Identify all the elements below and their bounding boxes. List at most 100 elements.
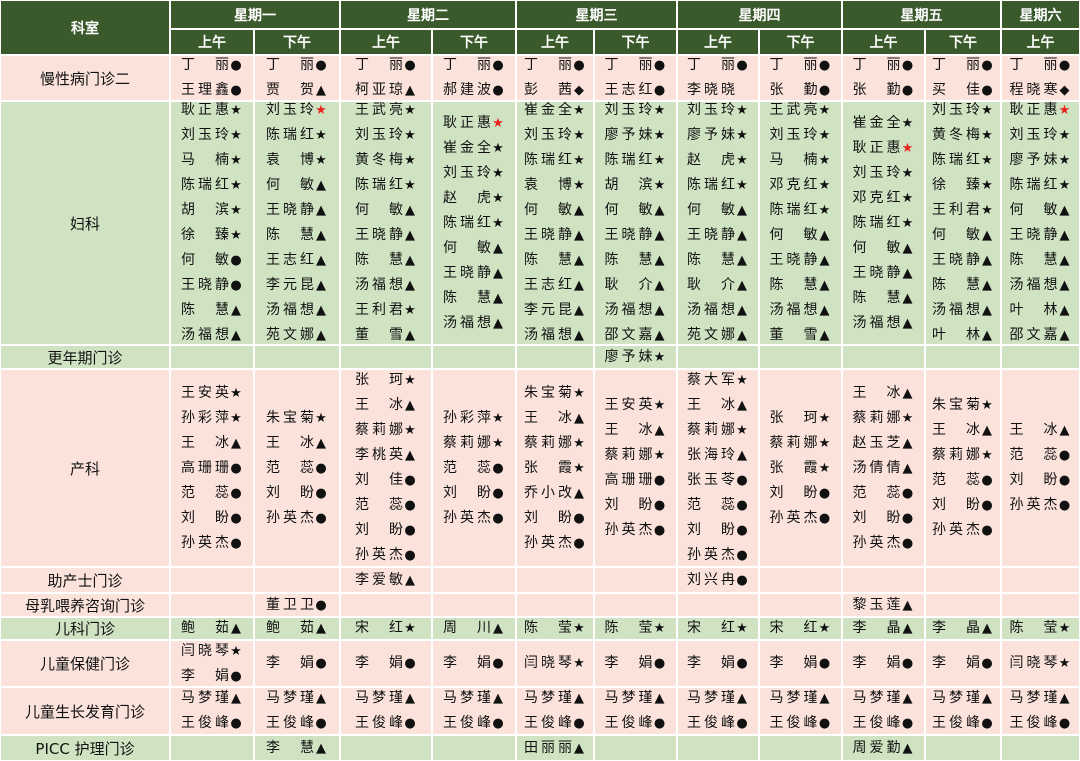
circle-icon: ● bbox=[981, 58, 993, 73]
circle-icon: ● bbox=[573, 716, 585, 731]
doctor-name: 李娟 bbox=[266, 655, 314, 671]
triangle-icon: ▲ bbox=[574, 253, 584, 268]
schedule-cell: 李晶 ▲ bbox=[925, 617, 1001, 640]
schedule-cell: 丁丽● 张勤● bbox=[759, 55, 842, 101]
doctor-name: 王冰 bbox=[524, 409, 572, 426]
doctor-name: 范蕊 bbox=[1009, 447, 1058, 463]
doctor-entry: 郝建波● bbox=[443, 78, 505, 103]
doctor-entry: 朱宝菊★ bbox=[524, 381, 586, 406]
doctor-entry: 王安英★ bbox=[605, 393, 667, 418]
circle-icon: ● bbox=[492, 83, 504, 98]
doctor-entry: 马梦瑾 ▲ bbox=[181, 686, 243, 711]
doctor-name: 赵玉芝 bbox=[852, 434, 901, 451]
star-icon: ★ bbox=[230, 228, 242, 243]
star-icon: ★ bbox=[404, 178, 416, 193]
doctor-entry: 李娟● bbox=[770, 651, 832, 676]
doctor-entry: 丁丽● bbox=[443, 53, 505, 78]
doctor-name: 李元昆 bbox=[524, 302, 572, 318]
header-am: 上午 bbox=[340, 29, 432, 55]
doctor-entry: 马梦瑾 ▲ bbox=[1010, 686, 1072, 711]
triangle-icon: ▲ bbox=[737, 253, 747, 268]
triangle-icon: ▲ bbox=[493, 265, 503, 281]
star-icon: ★ bbox=[901, 165, 914, 181]
triangle-icon: ▲ bbox=[316, 691, 326, 706]
doctor-name: 孙英杰 bbox=[1009, 497, 1058, 513]
doctor-name: 王晓静 bbox=[355, 227, 403, 243]
triangle-icon: ▲ bbox=[902, 597, 913, 613]
doctor-name: 李晶 bbox=[932, 620, 980, 636]
doctor-entry: 刘玉玲★ bbox=[266, 98, 328, 123]
doctor-name: 刘盼 bbox=[266, 484, 314, 501]
circle-icon: ● bbox=[492, 58, 504, 73]
circle-icon: ● bbox=[1058, 716, 1071, 731]
doctor-name: 崔金全 bbox=[443, 139, 491, 156]
star-icon: ★ bbox=[901, 190, 914, 206]
doctor-name: 李慧 bbox=[266, 739, 314, 756]
schedule-cell: 李娟● bbox=[594, 640, 677, 687]
doctor-entry: 王俊峰● bbox=[1010, 711, 1072, 736]
schedule-cell bbox=[594, 567, 677, 593]
triangle-icon: ▲ bbox=[493, 240, 503, 256]
triangle-icon: ▲ bbox=[574, 303, 584, 318]
triangle-icon: ▲ bbox=[1059, 423, 1070, 438]
circle-icon: ● bbox=[653, 58, 666, 73]
triangle-icon: ▲ bbox=[819, 278, 830, 293]
schedule-cell bbox=[254, 567, 340, 593]
circle-icon: ● bbox=[653, 523, 666, 538]
doctor-entry: 高珊珊● bbox=[181, 456, 243, 481]
star-icon: ★ bbox=[981, 203, 993, 218]
doctor-entry: 陈瑞红★ bbox=[181, 173, 243, 198]
doctor-entry: 陈慧 ▲ bbox=[355, 248, 417, 273]
star-icon: ★ bbox=[736, 128, 748, 143]
doctor-name: 李娟 bbox=[181, 667, 229, 684]
doctor-name: 马梦瑾 bbox=[443, 690, 491, 706]
doctor-name: 蔡莉娜 bbox=[852, 409, 901, 426]
schedule-cell: 王武亮★ 刘玉玲★ 马楠★ 邓克红★ 陈瑞红★ 何敏 ▲ 王晓静 ▲ 陈慧 ▲ 汤福想 ▲ 董雪 ▲ bbox=[759, 101, 842, 345]
doctor-entry: 胡滨★ bbox=[181, 198, 243, 223]
header-day: 星期五 bbox=[842, 0, 1001, 29]
schedule-cell: 刘玉玲★ 廖予妹★ 陈瑞红★ 胡滨★ 何敏 ▲ 王晓静 ▲ 陈慧 ▲ 耿介 ▲ 汤福想 ▲ 邵文嘉 ▲ bbox=[594, 101, 677, 345]
star-icon: ★ bbox=[573, 385, 585, 401]
circle-icon: ● bbox=[230, 253, 242, 268]
doctor-entry: 李娟● bbox=[266, 651, 328, 676]
circle-icon: ● bbox=[653, 656, 666, 671]
doctor-entry: 丁丽● bbox=[181, 53, 243, 78]
doctor-name: 王冰 bbox=[1009, 422, 1058, 438]
doctor-name: 马梦瑾 bbox=[932, 690, 980, 706]
doctor-name: 陈慧 bbox=[355, 252, 403, 268]
star-icon: ★ bbox=[492, 140, 504, 156]
doctor-entry: 王俊峰● bbox=[932, 711, 994, 736]
circle-icon: ● bbox=[653, 716, 666, 731]
triangle-icon: ▲ bbox=[902, 385, 913, 401]
doctor-entry: 耿正惠★ bbox=[181, 98, 243, 123]
star-icon: ★ bbox=[492, 410, 504, 426]
doctor-name: 陈慧 bbox=[443, 289, 491, 306]
circle-icon: ● bbox=[901, 58, 914, 73]
star-icon: ★ bbox=[981, 448, 993, 463]
doctor-entry: 张霞★ bbox=[524, 456, 586, 481]
circle-icon: ● bbox=[981, 498, 993, 513]
header-dept-label: 科室 bbox=[0, 0, 170, 55]
doctor-entry: 袁博★ bbox=[524, 173, 586, 198]
circle-icon: ● bbox=[818, 716, 831, 731]
doctor-entry: 何敏 ▲ bbox=[266, 173, 328, 198]
triangle-icon: ▲ bbox=[574, 410, 584, 426]
circle-icon: ● bbox=[1058, 448, 1071, 463]
doctor-name: 耿介 bbox=[687, 277, 735, 293]
triangle-icon: ▲ bbox=[902, 240, 913, 256]
doctor-entry: 王武亮★ bbox=[770, 98, 832, 123]
doctor-name: 马梦瑾 bbox=[687, 690, 735, 706]
doctor-entry: 王俊峰● bbox=[853, 711, 915, 736]
doctor-name: 赵虎 bbox=[687, 152, 735, 168]
schedule-cell bbox=[516, 567, 594, 593]
circle-icon: ● bbox=[492, 716, 504, 731]
doctor-entry: 马梦瑾 ▲ bbox=[687, 686, 749, 711]
doctor-entry: 陈莹★ bbox=[1010, 616, 1072, 641]
star-icon: ★ bbox=[492, 215, 504, 231]
star-icon: ★ bbox=[404, 303, 416, 318]
doctor-name: 蔡莉娜 bbox=[355, 422, 403, 438]
schedule-cell: 李爱敏 ▲ bbox=[340, 567, 432, 593]
doctor-name: 刘盼 bbox=[687, 522, 735, 538]
star-icon: ★ bbox=[404, 423, 416, 438]
dept-label: 产科 bbox=[0, 369, 170, 567]
